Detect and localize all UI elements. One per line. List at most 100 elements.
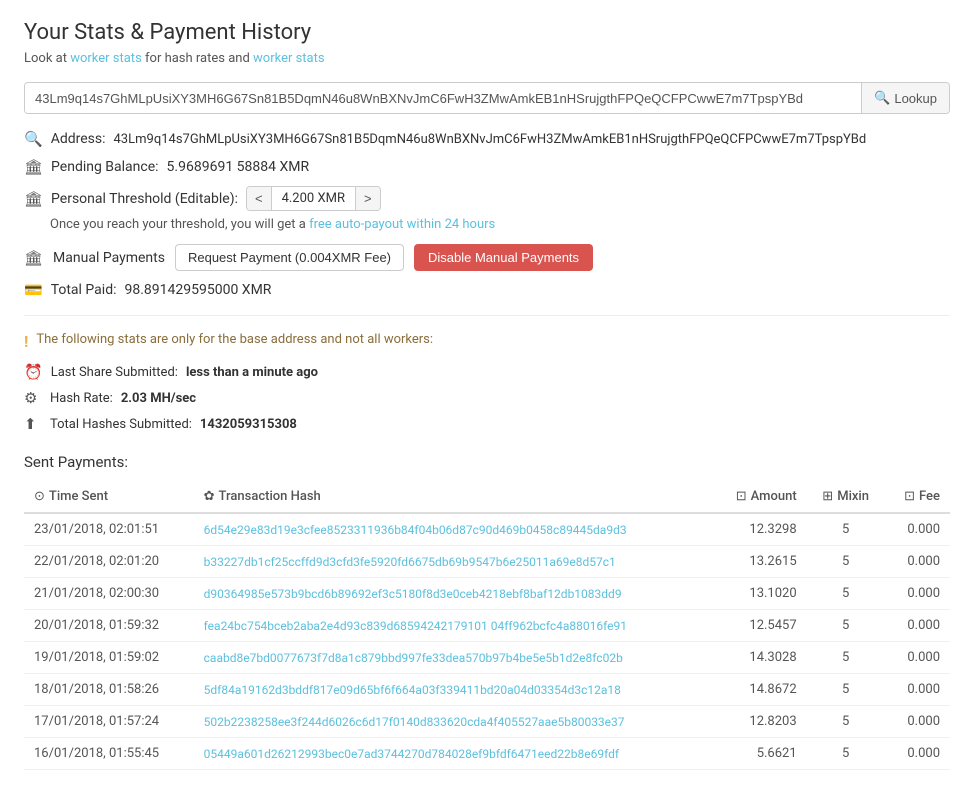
cell-mixin: 5 [807, 706, 885, 738]
pending-balance-value: 5.9689691 58884 XMR [167, 159, 310, 175]
cell-time: 21/01/2018, 02:00:30 [24, 578, 194, 610]
cell-hash[interactable]: 05449a601d26212993bec0e7ad3744270d784028… [194, 738, 712, 770]
address-icon: 🔍 [24, 130, 43, 148]
cell-fee: 0.000 [885, 706, 950, 738]
hashes-icon: ⬆ [24, 415, 42, 433]
total-paid-row: 💳 Total Paid: 98.891429595000 XMR [24, 281, 950, 299]
fee-col-icon: ⊡ [904, 489, 915, 504]
pending-balance-label: Pending Balance: [51, 159, 159, 175]
cell-hash[interactable]: 5df84a19162d3bddf817e09d65bf6f664a03f339… [194, 674, 712, 706]
mixin-col-icon: ⊞ [822, 489, 833, 504]
payments-section-title: Sent Payments: [24, 453, 950, 471]
threshold-label: Personal Threshold (Editable): [51, 191, 238, 207]
auto-payout-note: Once you reach your threshold, you will … [50, 217, 950, 232]
manual-payments-label: Manual Payments [53, 250, 165, 266]
last-share-label: Last Share Submitted: [51, 365, 178, 380]
manual-icon: 🏛 [24, 249, 43, 267]
amount-col-icon: ⊡ [736, 489, 747, 504]
cell-fee: 0.000 [885, 610, 950, 642]
stats-note-text: The following stats are only for the bas… [36, 332, 433, 347]
table-row: 23/01/2018, 02:01:51 6d54e29e83d19e3cfee… [24, 513, 950, 546]
table-row: 20/01/2018, 01:59:32 fea24bc754bceb2aba2… [24, 610, 950, 642]
cell-mixin: 5 [807, 642, 885, 674]
hash-rate-value: 2.03 MH/sec [121, 391, 196, 406]
threshold-dec-button[interactable]: < [247, 187, 271, 210]
cell-fee: 0.000 [885, 642, 950, 674]
threshold-inc-button[interactable]: > [356, 187, 380, 210]
col-fee: ⊡Fee [885, 481, 950, 513]
cell-fee: 0.000 [885, 738, 950, 770]
total-hashes-row: ⬆ Total Hashes Submitted: 1432059315308 [24, 415, 950, 433]
col-mixin: ⊞Mixin [807, 481, 885, 513]
cell-hash[interactable]: fea24bc754bceb2aba2e4d93c839d68594242179… [194, 610, 712, 642]
subtitle-middle: for hash rates and [145, 51, 253, 66]
lookup-row: 🔍 Lookup [24, 82, 950, 114]
address-value: 43Lm9q14s7GhMLpUsiXY3MH6G67Sn81B5DqmN46u… [114, 132, 867, 147]
hash-rate-label: Hash Rate: [50, 391, 113, 406]
cell-fee: 0.000 [885, 513, 950, 546]
page-title: Your Stats & Payment History [24, 20, 950, 45]
search-icon: 🔍 [874, 90, 890, 106]
cell-mixin: 5 [807, 513, 885, 546]
cell-time: 17/01/2018, 01:57:24 [24, 706, 194, 738]
cell-hash[interactable]: caabd8e7bd0077673f7d8a1c879bbd997fe33dea… [194, 642, 712, 674]
hashrate-icon: ⚙ [24, 389, 42, 407]
cell-fee: 0.000 [885, 546, 950, 578]
cell-mixin: 5 [807, 738, 885, 770]
cell-amount: 14.8672 [712, 674, 807, 706]
table-row: 16/01/2018, 01:55:45 05449a601d26212993b… [24, 738, 950, 770]
cell-amount: 14.3028 [712, 642, 807, 674]
cell-time: 18/01/2018, 01:58:26 [24, 674, 194, 706]
cell-amount: 12.5457 [712, 610, 807, 642]
col-amount: ⊡Amount [712, 481, 807, 513]
worker-stats-link-2[interactable]: worker stats [253, 51, 325, 66]
request-payment-button[interactable]: Request Payment (0.004XMR Fee) [175, 244, 404, 271]
hash-rate-row: ⚙ Hash Rate: 2.03 MH/sec [24, 389, 950, 407]
total-hashes-label: Total Hashes Submitted: [50, 417, 192, 432]
time-col-icon: ⊙ [34, 489, 45, 504]
exclamation-icon: ! [24, 332, 28, 351]
divider-1 [24, 315, 950, 316]
threshold-icon: 🏛 [24, 190, 43, 208]
address-row: 🔍 Address: 43Lm9q14s7GhMLpUsiXY3MH6G67Sn… [24, 130, 950, 148]
total-hashes-value: 1432059315308 [200, 417, 297, 432]
cell-amount: 13.2615 [712, 546, 807, 578]
table-header: ⊙Time Sent ✿Transaction Hash ⊡Amount ⊞Mi… [24, 481, 950, 513]
cell-hash[interactable]: d90364985e573b9bcd6b89692ef3c5180f8d3e0c… [194, 578, 712, 610]
table-row: 19/01/2018, 01:59:02 caabd8e7bd0077673f7… [24, 642, 950, 674]
last-share-row: ⏰ Last Share Submitted: less than a minu… [24, 363, 950, 381]
cell-amount: 5.6621 [712, 738, 807, 770]
threshold-control: < 4.200 XMR > [246, 186, 381, 211]
cell-hash[interactable]: 6d54e29e83d19e3cfee8523311936b84f04b06d8… [194, 513, 712, 546]
cell-time: 20/01/2018, 01:59:32 [24, 610, 194, 642]
threshold-value: 4.200 XMR [271, 187, 356, 210]
cell-hash[interactable]: 502b2238258ee3f244d6026c6d17f0140d833620… [194, 706, 712, 738]
cell-mixin: 5 [807, 674, 885, 706]
cell-mixin: 5 [807, 546, 885, 578]
table-row: 18/01/2018, 01:58:26 5df84a19162d3bddf81… [24, 674, 950, 706]
worker-stats-link-1[interactable]: worker stats [70, 51, 142, 66]
stats-note-row: ! The following stats are only for the b… [24, 332, 950, 351]
last-share-value: less than a minute ago [186, 365, 318, 380]
payments-table: ⊙Time Sent ✿Transaction Hash ⊡Amount ⊞Mi… [24, 481, 950, 770]
cell-time: 22/01/2018, 02:01:20 [24, 546, 194, 578]
cell-mixin: 5 [807, 578, 885, 610]
total-paid-value: 98.891429595000 XMR [124, 282, 271, 298]
cell-amount: 12.3298 [712, 513, 807, 546]
balance-icon: 🏛 [24, 158, 43, 176]
cell-fee: 0.000 [885, 578, 950, 610]
cell-fee: 0.000 [885, 674, 950, 706]
cell-hash[interactable]: b33227db1cf25ccffd9d3cfd3fe5920fd6675db6… [194, 546, 712, 578]
page-subtitle: Look at worker stats for hash rates and … [24, 51, 950, 66]
highlight-text: free auto-payout within 24 hours [309, 217, 495, 232]
hash-col-icon: ✿ [204, 489, 215, 504]
lookup-input[interactable] [25, 84, 861, 113]
lookup-button[interactable]: 🔍 Lookup [861, 83, 949, 113]
col-time: ⊙Time Sent [24, 481, 194, 513]
threshold-row: 🏛 Personal Threshold (Editable): < 4.200… [24, 186, 950, 211]
subtitle-prefix: Look at [24, 51, 70, 66]
total-paid-label: Total Paid: [51, 282, 117, 298]
clock-icon: ⏰ [24, 363, 43, 381]
disable-manual-payments-button[interactable]: Disable Manual Payments [414, 244, 593, 271]
cell-amount: 13.1020 [712, 578, 807, 610]
